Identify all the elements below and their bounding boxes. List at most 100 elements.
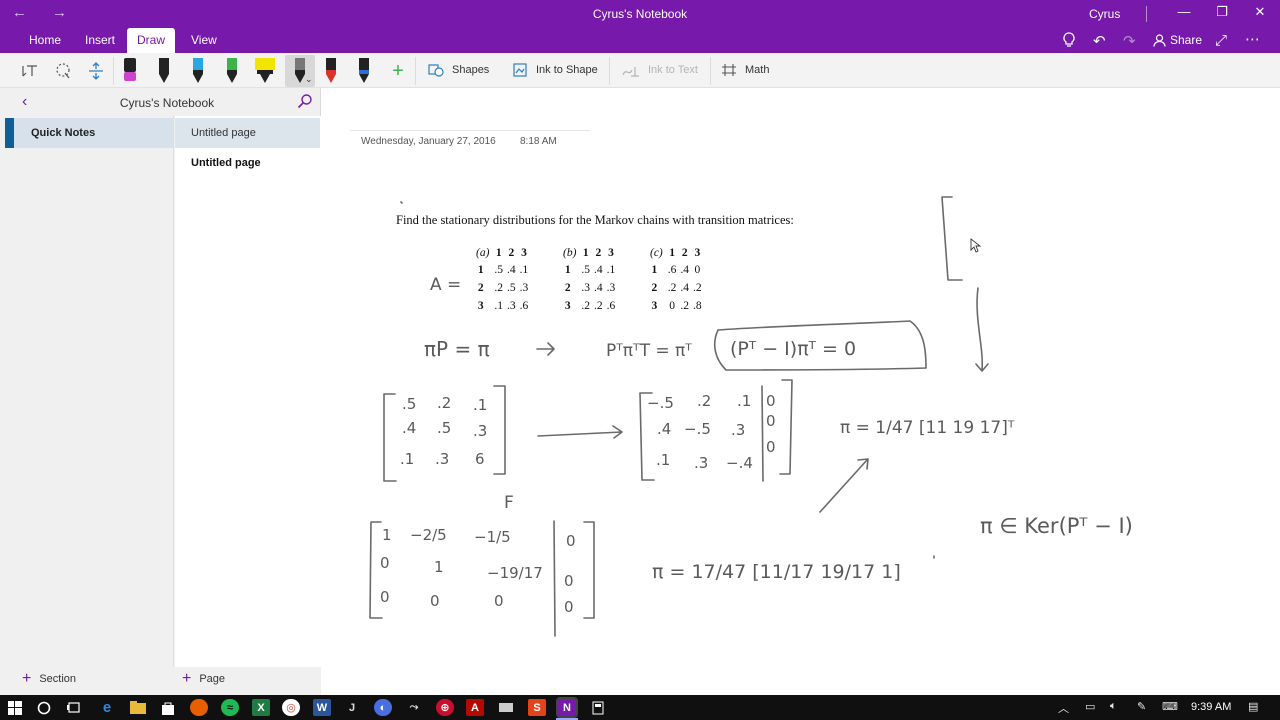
user-name[interactable]: Cyrus xyxy=(1089,7,1120,21)
navigation-pane: ‹ Cyrus's Notebook Quick Notes Untitled … xyxy=(0,88,321,695)
pen-gray-selected[interactable]: ⌄ xyxy=(285,55,315,87)
word-icon[interactable]: W xyxy=(313,699,331,716)
chrome-icon[interactable]: ◎ xyxy=(282,699,300,716)
jetbrains-icon[interactable]: J xyxy=(343,699,361,716)
pages-list: Untitled page Untitled page xyxy=(175,116,321,695)
ink-layer[interactable]: A = πP = π PᵀπᵀT = πᵀ (Pᵀ − I)πᵀ = 0 .5 … xyxy=(322,88,1280,695)
ink-equation-transpose: PᵀπᵀT = πᵀ xyxy=(606,341,692,361)
keyboard-icon[interactable]: ⌨ xyxy=(1162,700,1178,713)
app-monitor-icon[interactable] xyxy=(497,699,515,716)
tab-view[interactable]: View xyxy=(181,28,227,53)
task-view-icon[interactable] xyxy=(65,699,83,716)
ink-cell: −.5 xyxy=(684,420,711,438)
add-page-button[interactable]: + Page xyxy=(182,671,226,687)
add-bar: + Section + Page xyxy=(0,667,321,695)
window-title: Cyrus's Notebook xyxy=(592,7,688,21)
acrobat-icon[interactable]: A xyxy=(466,699,484,716)
tray-chevron-icon[interactable]: ︿ xyxy=(1058,700,1069,716)
spotify-icon[interactable]: ≈ xyxy=(221,699,239,716)
ink-cell: .2 xyxy=(437,394,451,412)
pen-green-icon[interactable] xyxy=(220,56,244,86)
ink-cell: −2/5 xyxy=(410,526,447,544)
ribbon-tabs: Home Insert Draw View ↶ ↷ Share ⤢ ⋯ xyxy=(0,28,1280,53)
taskbar-clock[interactable]: 9:39 AM xyxy=(1191,701,1231,713)
add-section-button[interactable]: + Section xyxy=(22,670,77,687)
lightbulb-icon[interactable] xyxy=(1062,32,1076,52)
page-label: Untitled page xyxy=(191,127,256,139)
ink-cell: 0 xyxy=(766,392,776,410)
plus-icon: + xyxy=(22,670,32,687)
firefox-icon[interactable] xyxy=(190,699,208,716)
notifications-icon[interactable]: ▤ xyxy=(1248,700,1258,713)
ink-bracket xyxy=(779,379,793,475)
math-button[interactable]: Math xyxy=(721,59,769,81)
share-button[interactable]: Share xyxy=(1153,33,1202,47)
ink-f-label: F xyxy=(504,493,514,513)
add-section-label: Section xyxy=(39,673,77,685)
add-page-label: Page xyxy=(199,673,226,685)
fullscreen-icon[interactable]: ⤢ xyxy=(1215,32,1227,49)
ink-to-shape-button[interactable]: Ink to Shape xyxy=(512,59,598,81)
ink-cell: .4 xyxy=(402,419,416,437)
title-separator xyxy=(1146,6,1147,22)
minimize-icon[interactable]: — xyxy=(1174,4,1194,19)
cortana-icon[interactable] xyxy=(35,699,53,716)
onenote-icon[interactable]: N xyxy=(556,697,578,718)
undo-icon[interactable]: ↶ xyxy=(1093,32,1106,50)
edge-browser-icon[interactable]: e xyxy=(98,699,116,716)
redo-icon[interactable]: ↷ xyxy=(1123,32,1136,50)
restore-icon[interactable]: ❐ xyxy=(1212,4,1232,20)
add-space-icon[interactable] xyxy=(86,57,106,85)
lasso-select-icon[interactable] xyxy=(53,57,73,85)
pen-black-icon[interactable] xyxy=(152,56,176,86)
ink-a-label: A = xyxy=(430,275,461,295)
ink-cell: 1 xyxy=(434,558,444,576)
ink-kernel-statement: π ∈ Ker(Pᵀ − I) xyxy=(980,514,1133,538)
ink-cell: −.5 xyxy=(647,394,674,412)
ink-cell: 0 xyxy=(564,572,574,590)
tab-home[interactable]: Home xyxy=(19,28,71,53)
pen-blue-icon[interactable] xyxy=(186,56,210,86)
app-red-icon[interactable]: ⊕ xyxy=(436,699,454,716)
shapes-button[interactable]: Shapes xyxy=(428,59,489,81)
calculator-icon[interactable] xyxy=(589,699,607,716)
battery-icon[interactable]: ▭ xyxy=(1085,700,1095,713)
more-options-icon[interactable]: ⋯ xyxy=(1245,30,1260,48)
page-item[interactable]: Untitled page xyxy=(175,148,320,178)
pen-workspace-icon[interactable]: ✎ xyxy=(1137,700,1146,713)
add-pen-icon[interactable]: + xyxy=(388,57,408,85)
notebook-name[interactable]: Cyrus's Notebook xyxy=(0,96,334,110)
windows-start-icon[interactable] xyxy=(6,699,24,716)
eraser-pen-icon[interactable] xyxy=(118,56,142,86)
ink-cell: .1 xyxy=(656,451,670,469)
section-item-quick-notes[interactable]: Quick Notes xyxy=(5,118,174,148)
tab-draw[interactable]: Draw xyxy=(127,28,176,53)
taskbar: e ≈ X ◎ W J ◐ ⤳ ⊕ A S N ︿ ▭ 🔈︎ ✎ ⌨ 9:39 … xyxy=(0,695,1280,720)
excel-icon[interactable]: X xyxy=(252,699,270,716)
ink-pi-result-1: π = 1/47 [11 19 17]ᵀ xyxy=(840,418,1015,438)
ink-cell: .1 xyxy=(400,450,414,468)
ink-to-text-button[interactable]: Ink to Text xyxy=(622,59,698,81)
volume-icon[interactable]: 🔈︎ xyxy=(1110,700,1117,713)
ink-cell: 0 xyxy=(766,438,776,456)
ink-cell: 0 xyxy=(430,592,440,610)
app-s-icon[interactable]: S xyxy=(528,699,546,716)
app-tool-icon[interactable]: ⤳ xyxy=(405,699,423,716)
tab-insert[interactable]: Insert xyxy=(75,28,125,53)
page-item[interactable]: Untitled page xyxy=(175,118,320,148)
chevron-down-icon[interactable]: ⌄ xyxy=(305,74,313,85)
ink-bracket xyxy=(493,385,506,475)
pen-darkblue-icon[interactable] xyxy=(352,56,376,86)
app-globe-icon[interactable]: ◐ xyxy=(374,699,392,716)
person-icon xyxy=(1153,33,1166,47)
type-select-icon[interactable] xyxy=(20,57,40,85)
highlighter-yellow-icon[interactable] xyxy=(252,56,278,86)
page-canvas[interactable]: Wednesday, January 27, 2016 8:18 AM Find… xyxy=(322,88,1280,695)
search-icon[interactable] xyxy=(297,93,313,112)
pen-red-icon[interactable] xyxy=(319,56,343,86)
ink-cell: 0 xyxy=(566,532,576,550)
file-explorer-icon[interactable] xyxy=(129,699,147,716)
store-icon[interactable] xyxy=(159,699,177,716)
close-icon[interactable]: ✕ xyxy=(1250,4,1270,20)
ink-cell: 6 xyxy=(475,450,485,468)
